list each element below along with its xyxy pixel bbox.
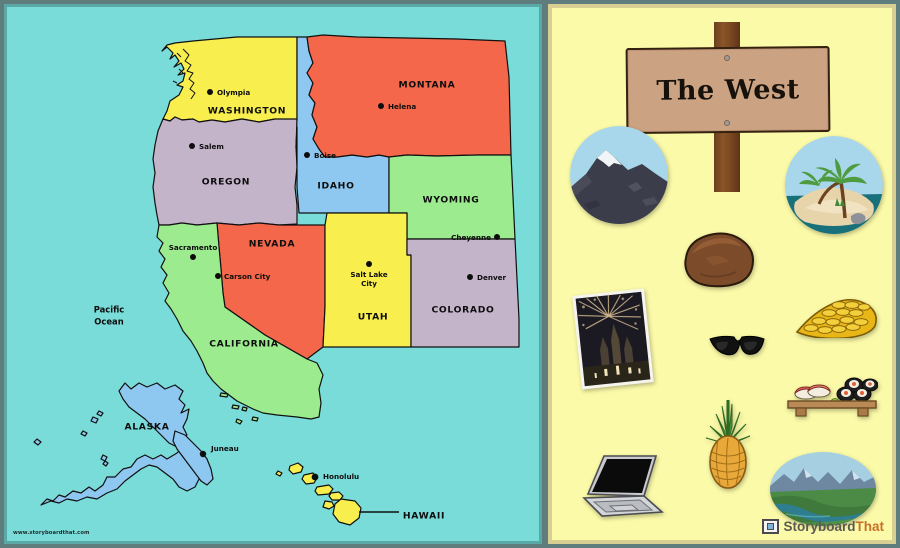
collage-panel: The West StoryboardThat	[548, 4, 896, 544]
label-cheyenne: Cheyenne	[451, 233, 491, 242]
label-nevada: NEVADA	[249, 239, 296, 250]
snow-capped-mountain-icon[interactable]	[570, 126, 668, 224]
label-sacramento: Sacramento	[169, 243, 218, 252]
state-colorado[interactable]	[406, 238, 520, 348]
black-sunglasses-icon[interactable]	[708, 333, 766, 361]
label-utah: UTAH	[358, 312, 389, 323]
state-montana[interactable]	[306, 34, 512, 158]
label-salt-lake-city-line2: City	[361, 279, 377, 288]
label-montana: MONTANA	[398, 80, 455, 91]
dot-denver	[467, 274, 473, 280]
label-colorado: COLORADO	[431, 305, 494, 316]
sign-title: The West	[656, 73, 800, 107]
state-oregon[interactable]	[152, 116, 298, 226]
label-juneau: Juneau	[210, 444, 239, 453]
label-pacific-ocean-line1: Pacific	[94, 305, 125, 315]
sushi-on-board-icon[interactable]	[786, 372, 879, 418]
alaska-aleutian-islands	[33, 410, 109, 467]
west-region-map: WASHINGTON OREGON IDAHO MONTANA WYOMING …	[4, 4, 542, 544]
label-hawaii: HAWAII	[403, 511, 445, 522]
label-olympia: Olympia	[217, 88, 250, 97]
label-wyoming: WYOMING	[423, 195, 480, 206]
label-salt-lake-city-line1: Salt Lake	[350, 270, 387, 279]
label-oregon: OREGON	[202, 177, 250, 188]
open-laptop-icon[interactable]	[582, 450, 666, 522]
label-washington: WASHINGTON	[208, 106, 286, 117]
dot-honolulu	[311, 473, 319, 481]
storyboard-logo-icon	[762, 519, 780, 534]
label-idaho: IDAHO	[317, 181, 354, 192]
dot-cheyenne	[494, 234, 500, 240]
label-boise: Boise	[314, 151, 336, 160]
dot-salem	[189, 143, 195, 149]
dot-carson-city	[215, 273, 221, 279]
mountain-river-valley-icon[interactable]	[770, 452, 876, 526]
label-helena: Helena	[388, 102, 416, 111]
storyboardthat-watermark: www.storyboardthat.com	[13, 530, 90, 536]
label-salem: Salem	[199, 142, 224, 151]
pile-of-gold-coins-icon[interactable]	[795, 294, 877, 340]
poster-canvas: WASHINGTON OREGON IDAHO MONTANA WYOMING …	[0, 0, 900, 548]
label-pacific-ocean-line2: Ocean	[94, 317, 123, 327]
logo-text: StoryboardThat	[783, 519, 884, 534]
map-svg: WASHINGTON OREGON IDAHO MONTANA WYOMING …	[33, 34, 520, 526]
sign-screw-bottom	[724, 120, 730, 126]
pineapple-icon[interactable]	[704, 396, 752, 490]
fireworks-castle-photo[interactable]	[572, 288, 654, 390]
label-california: CALIFORNIA	[209, 339, 279, 350]
brown-rock-icon[interactable]	[676, 232, 754, 288]
label-carson-city: Carson City	[224, 272, 271, 281]
dot-juneau	[199, 450, 207, 458]
sign-screw-top	[724, 55, 730, 61]
dot-boise	[304, 152, 310, 158]
dot-sacramento	[190, 254, 196, 260]
label-denver: Denver	[477, 273, 507, 282]
dot-olympia	[207, 89, 213, 95]
label-alaska: ALASKA	[124, 422, 169, 433]
label-honolulu: Honolulu	[323, 472, 359, 481]
palm-tree-island-icon[interactable]	[785, 136, 883, 234]
dot-slc	[366, 261, 372, 267]
dot-helena	[378, 103, 384, 109]
storyboardthat-logo[interactable]: StoryboardThat	[762, 519, 884, 534]
